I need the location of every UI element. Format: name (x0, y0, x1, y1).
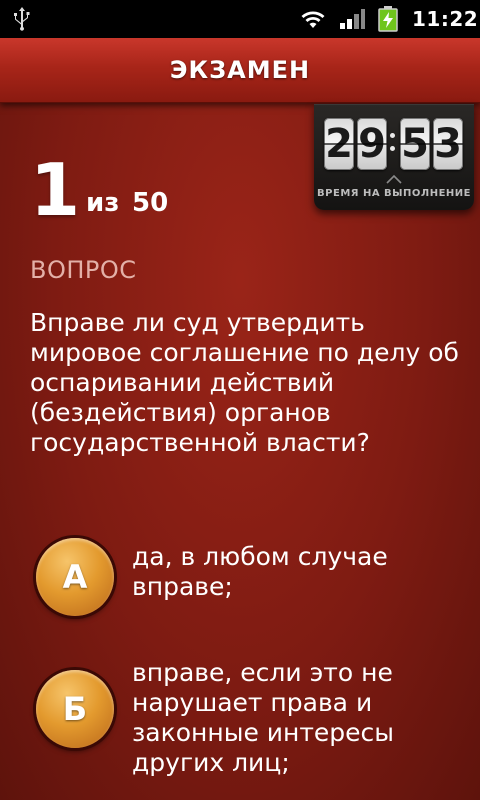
timer-digit: 2 (324, 118, 354, 170)
app-header: ЭКЗАМЕН (0, 38, 480, 103)
timer-digit: 9 (357, 118, 387, 170)
answer-button-a[interactable]: А (36, 538, 114, 616)
question-text: Вправе ли суд утвердить мировое соглашен… (30, 308, 459, 457)
exam-timer: 2 9 5 3 ВРЕМЯ НА ВЫПОЛНЕНИЕ (314, 104, 474, 210)
chevron-up-icon[interactable] (385, 174, 403, 184)
timer-minutes: 2 9 (324, 118, 387, 170)
wifi-icon (301, 11, 325, 28)
answer-text-a[interactable]: да, в любом случае вправе; (132, 542, 462, 602)
timer-colon (390, 128, 396, 158)
timer-digit: 5 (400, 118, 430, 170)
timer-digit: 3 (433, 118, 463, 170)
question-total: 50 (132, 188, 169, 218)
question-label: ВОПРОС (30, 256, 137, 284)
battery-charging-icon (378, 6, 398, 32)
status-time: 11:22 (412, 7, 479, 31)
answer-text-b[interactable]: вправе, если это не нарушает права и зак… (132, 658, 462, 778)
timer-seconds: 5 3 (400, 118, 463, 170)
timer-label: ВРЕМЯ НА ВЫПОЛНЕНИЕ (317, 188, 471, 199)
usb-icon (14, 7, 30, 31)
question-number: 1 (30, 148, 81, 232)
signal-icon (340, 9, 365, 29)
page-title: ЭКЗАМЕН (169, 56, 311, 84)
status-bar: 11:22 (0, 0, 480, 38)
question-of-label: из (86, 188, 120, 218)
answer-button-b[interactable]: Б (36, 670, 114, 748)
